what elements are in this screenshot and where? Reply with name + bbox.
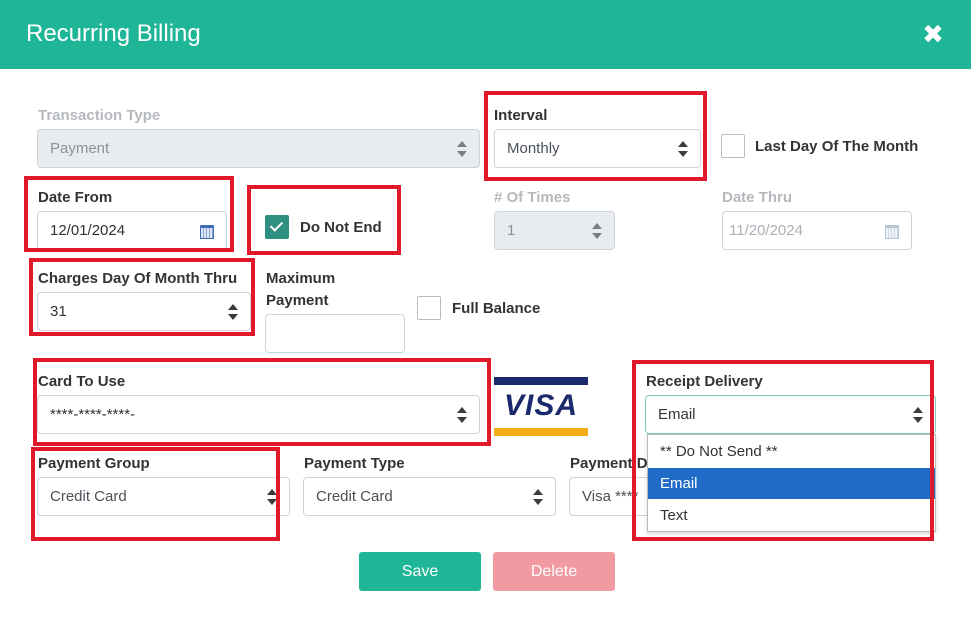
maximum-payment-label-line2: Payment (266, 292, 329, 309)
last-day-of-month-checkbox[interactable] (721, 134, 745, 158)
highlight-box (24, 176, 234, 252)
highlight-box (33, 358, 491, 446)
delete-button[interactable]: Delete (493, 552, 615, 591)
maximum-payment-input[interactable] (265, 314, 405, 353)
close-icon[interactable]: ✖ (920, 20, 946, 48)
date-thru-label: Date Thru (722, 189, 793, 206)
highlight-box (29, 258, 255, 336)
full-balance-checkbox[interactable] (417, 296, 441, 320)
highlight-box (247, 185, 401, 255)
num-times-label: # Of Times (494, 189, 571, 206)
highlight-box (484, 91, 707, 181)
select-arrows-icon (533, 489, 543, 505)
payment-type-select[interactable]: Credit Card (303, 477, 556, 516)
visa-logo-icon: VISA (494, 377, 588, 436)
transaction-type-label: Transaction Type (38, 107, 161, 124)
last-day-of-month-label: Last Day Of The Month (755, 138, 919, 155)
card-brand-text: VISA (503, 389, 579, 422)
highlight-box (632, 360, 934, 541)
highlight-box (31, 447, 280, 541)
transaction-type-select: Payment (37, 129, 480, 168)
save-button[interactable]: Save (359, 552, 481, 591)
num-times-input: 1 (494, 211, 615, 250)
calendar-icon (885, 224, 899, 239)
select-arrows-icon (457, 141, 467, 157)
dialog-header: Recurring Billing ✖ (0, 0, 971, 69)
maximum-payment-label-line1: Maximum (266, 270, 336, 287)
date-thru-input: 11/20/2024 (722, 211, 912, 250)
spinner-arrows-icon (592, 223, 602, 239)
dialog-title: Recurring Billing (26, 20, 201, 47)
full-balance-label: Full Balance (452, 300, 541, 317)
payment-type-label: Payment Type (304, 455, 405, 472)
